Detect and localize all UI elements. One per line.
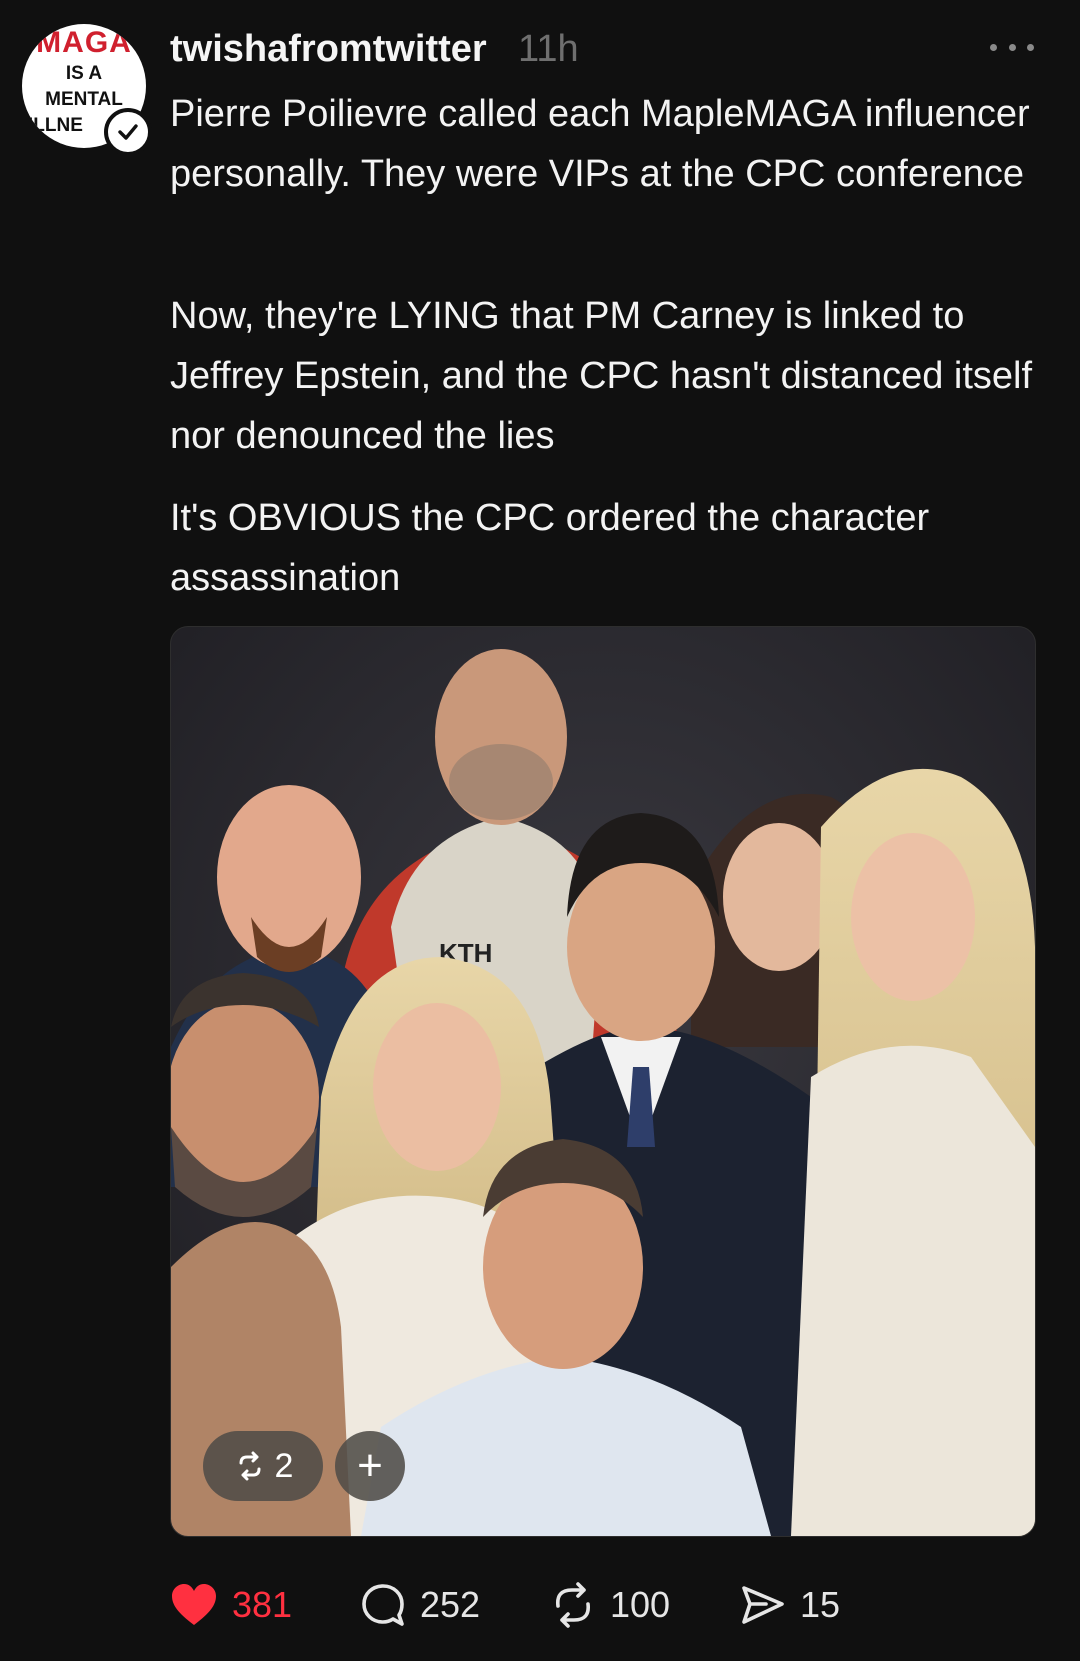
post-time: 11h <box>518 28 579 70</box>
comment-count: 252 <box>420 1584 481 1625</box>
like-button[interactable]: 381 <box>170 1575 292 1635</box>
repost-count-chip[interactable]: 2 <box>203 1431 323 1501</box>
comment-icon <box>362 1584 404 1626</box>
action-bar: 381 252 100 15 <box>170 1575 1050 1635</box>
post-paragraph-2: Now, they're LYING that PM Carney is lin… <box>170 295 1033 457</box>
avatar-line-1: MAGA <box>36 26 132 59</box>
more-icon[interactable] <box>990 36 1034 58</box>
post-paragraph-1: Pierre Poilievre called each MapleMAGA i… <box>170 93 1030 195</box>
like-count: 381 <box>232 1584 293 1625</box>
post-paragraph-3: It's OBVIOUS the CPC ordered the charact… <box>170 497 930 599</box>
avatar-line-2: IS A <box>65 63 103 84</box>
repost-chip-count: 2 <box>274 1446 294 1485</box>
repost-count: 100 <box>610 1584 671 1625</box>
repost-button[interactable]: 100 <box>550 1575 670 1635</box>
repost-icon <box>239 1451 261 1481</box>
repost-icon <box>555 1582 591 1628</box>
share-count: 15 <box>800 1584 841 1625</box>
group-photo-illustration: KTH <box>171 627 1035 1536</box>
post-photo[interactable]: KTH 2 + <box>170 626 1036 1537</box>
plus-icon[interactable]: + <box>335 1431 405 1501</box>
heart-icon <box>172 1584 216 1625</box>
post: MAGA IS A MENTAL ILLNE twishafromtwitter… <box>0 0 1080 1661</box>
username[interactable]: twishafromtwitter <box>170 24 487 74</box>
avatar-line-3: MENTAL <box>45 89 123 110</box>
share-icon <box>742 1586 784 1624</box>
comment-button[interactable]: 252 <box>360 1575 480 1635</box>
share-button[interactable]: 15 <box>740 1575 840 1635</box>
verified-check-icon <box>104 108 152 156</box>
